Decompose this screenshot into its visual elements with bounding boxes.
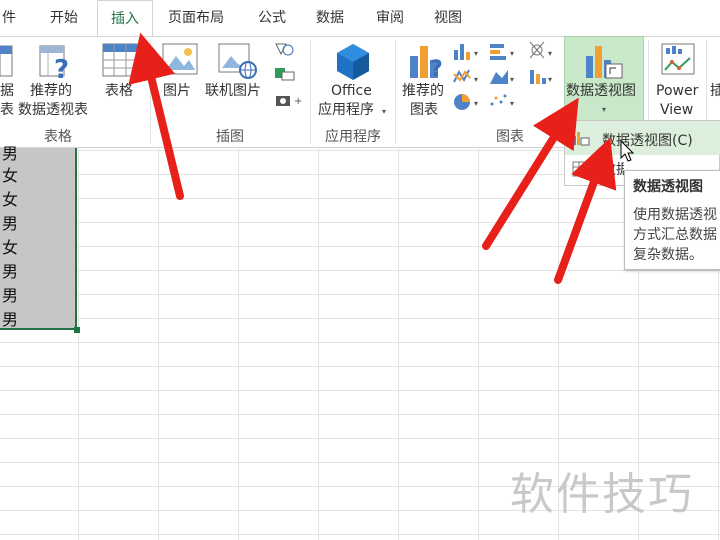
arrow-to-menu-item [554,137,617,284]
arrow-to-pivot-chart [482,97,579,250]
annotation-arrows [128,32,617,284]
arrow-to-insert-tab [128,32,184,200]
